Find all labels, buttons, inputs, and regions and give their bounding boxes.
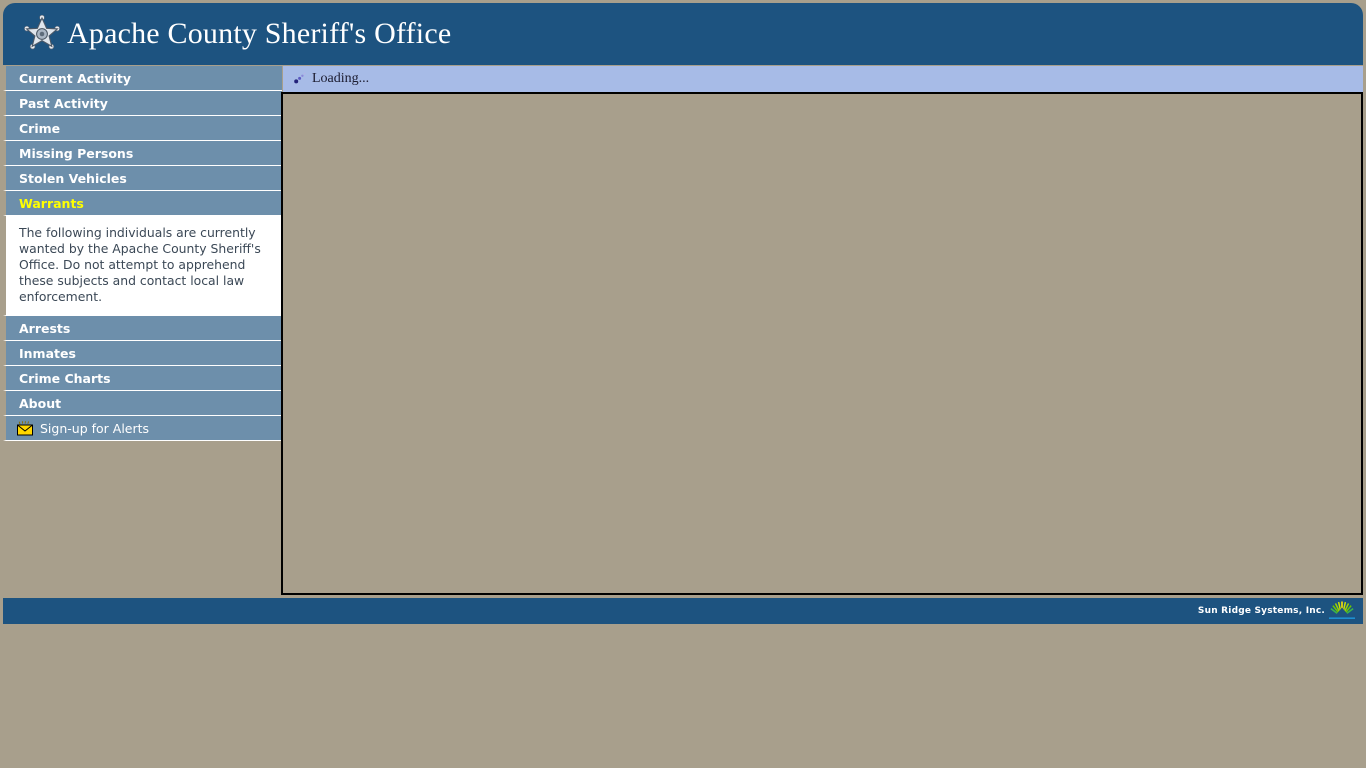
main-content-frame	[281, 92, 1363, 595]
sunrise-logo-icon	[1329, 601, 1355, 621]
sidebar-item-signup-alerts[interactable]: Sign-up for Alerts	[3, 416, 282, 441]
page-root: Apache County Sheriff's Office Current A…	[0, 0, 1366, 768]
sheriff-star-badge-icon	[23, 14, 61, 54]
sidebar-item-label: Warrants	[19, 195, 84, 211]
warrants-description: The following individuals are currently …	[3, 216, 282, 316]
sidebar-item-about[interactable]: About	[3, 391, 282, 416]
site-footer: Sun Ridge Systems, Inc.	[3, 598, 1363, 624]
spinner-dots-icon	[293, 70, 307, 89]
page-title: Apache County Sheriff's Office	[67, 17, 452, 50]
sidebar-item-label: Stolen Vehicles	[19, 170, 127, 186]
sidebar-item-arrests[interactable]: Arrests	[3, 316, 282, 341]
sidebar-item-inmates[interactable]: Inmates	[3, 341, 282, 366]
loading-status-bar: Loading...	[283, 66, 1363, 92]
sidebar-item-label: Past Activity	[19, 95, 108, 111]
sidebar-item-stolen-vehicles[interactable]: Stolen Vehicles	[3, 166, 282, 191]
sidebar-item-label: Crime Charts	[19, 370, 111, 386]
sidebar-nav: Current Activity Past Activity Crime Mis…	[3, 66, 282, 441]
sidebar-item-past-activity[interactable]: Past Activity	[3, 91, 282, 116]
sidebar-item-label: Inmates	[19, 345, 76, 361]
sidebar-item-label: Crime	[19, 120, 61, 136]
sidebar-item-label: Arrests	[19, 320, 71, 336]
sidebar-item-current-activity[interactable]: Current Activity	[3, 66, 282, 91]
sidebar-item-crime-charts[interactable]: Crime Charts	[3, 366, 282, 391]
sidebar-item-warrants[interactable]: Warrants	[3, 191, 282, 216]
sidebar-item-label: Current Activity	[19, 70, 132, 86]
vendor-credit-label: Sun Ridge Systems, Inc.	[1197, 606, 1325, 616]
sidebar-item-label: About	[19, 395, 62, 411]
sidebar-item-label: Missing Persons	[19, 145, 134, 161]
sidebar-item-label: Sign-up for Alerts	[40, 420, 150, 436]
sidebar-item-missing-persons[interactable]: Missing Persons	[3, 141, 282, 166]
site-header: Apache County Sheriff's Office	[3, 3, 1363, 65]
loading-label: Loading...	[312, 71, 370, 86]
envelope-alert-icon	[16, 420, 34, 436]
sidebar-item-crime[interactable]: Crime	[3, 116, 282, 141]
